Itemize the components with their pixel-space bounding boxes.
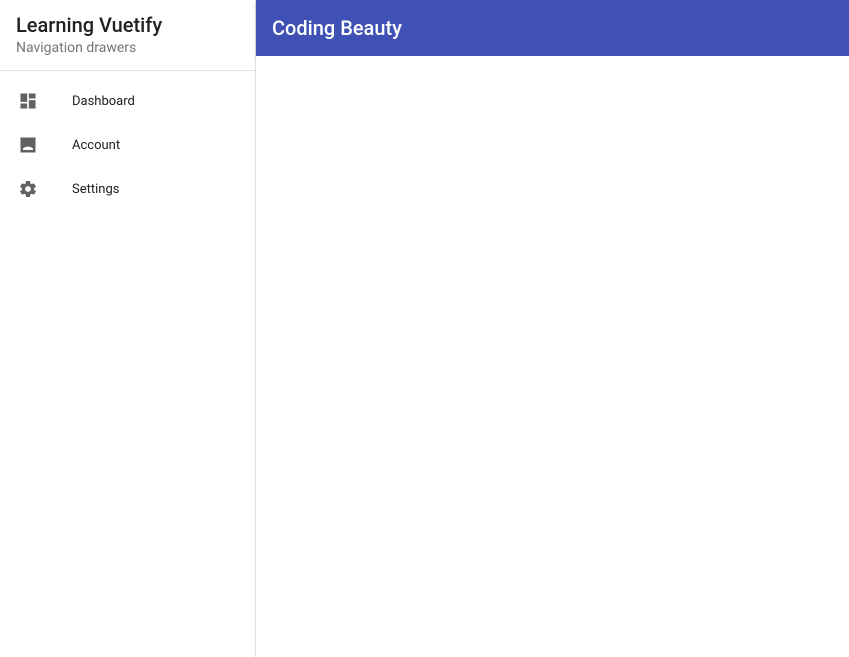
- app-bar: Coding Beauty: [256, 0, 849, 56]
- drawer-list: Dashboard Account Settings: [0, 71, 255, 219]
- drawer-header: Learning Vuetify Navigation drawers: [0, 0, 255, 71]
- main-content: [256, 56, 849, 657]
- main-area: Coding Beauty: [256, 0, 849, 657]
- drawer-subtitle: Navigation drawers: [16, 40, 239, 56]
- sidebar-item-label: Account: [72, 138, 120, 153]
- sidebar-item-label: Dashboard: [72, 94, 135, 109]
- drawer-title: Learning Vuetify: [16, 12, 239, 38]
- account-icon: [16, 133, 40, 157]
- sidebar-item-account[interactable]: Account: [0, 123, 255, 167]
- settings-icon: [16, 177, 40, 201]
- sidebar-item-dashboard[interactable]: Dashboard: [0, 79, 255, 123]
- app-bar-title: Coding Beauty: [272, 16, 402, 40]
- dashboard-icon: [16, 89, 40, 113]
- sidebar-item-label: Settings: [72, 182, 119, 197]
- navigation-drawer: Learning Vuetify Navigation drawers Dash…: [0, 0, 256, 657]
- sidebar-item-settings[interactable]: Settings: [0, 167, 255, 211]
